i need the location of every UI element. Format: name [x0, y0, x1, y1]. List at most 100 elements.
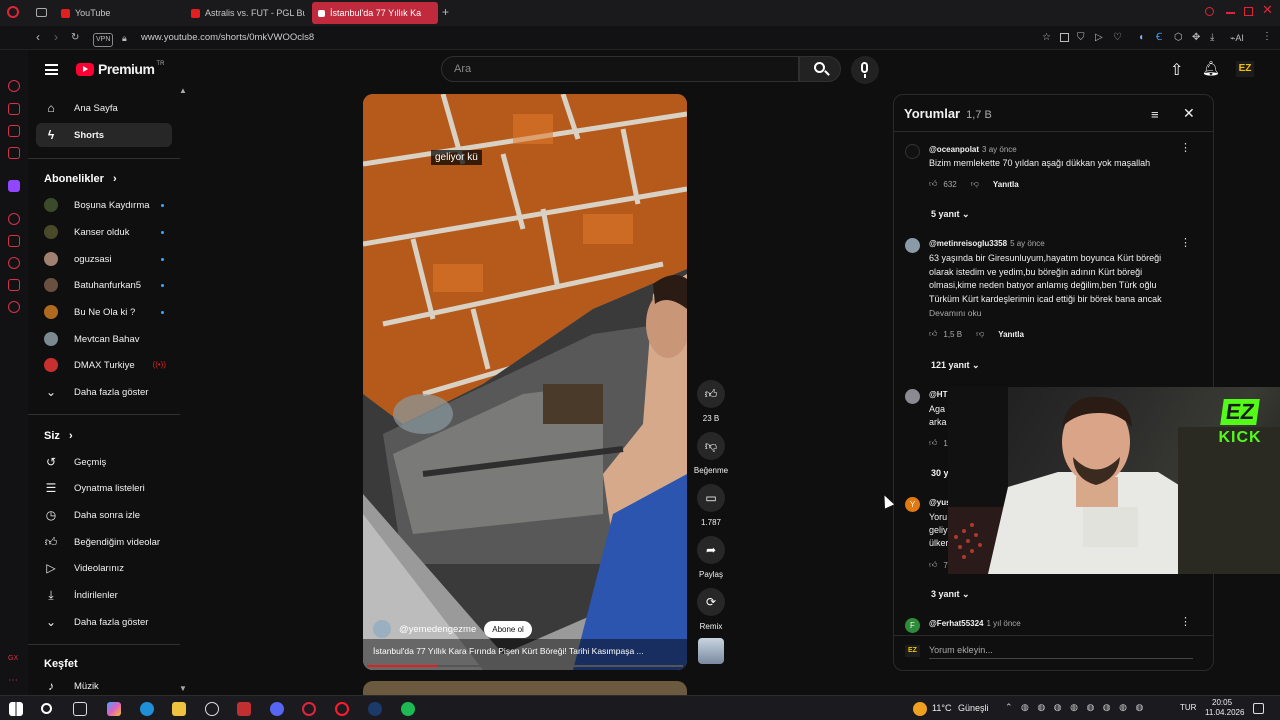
sidebar-sub-kanser[interactable]: Kanser olduk	[36, 220, 172, 244]
steam-icon[interactable]	[368, 702, 382, 716]
opera-gx-icon[interactable]	[302, 702, 316, 716]
short-channel-name[interactable]: @yemedengezme	[399, 624, 476, 635]
comment-menu-icon[interactable]: ⋮	[1180, 141, 1191, 154]
sidebar-scroll-down-icon[interactable]: ▼	[179, 684, 187, 693]
add-comment-input[interactable]: Yorum ekleyin...	[929, 645, 1193, 659]
rail-mail-icon[interactable]	[8, 147, 20, 159]
app-icon[interactable]	[205, 702, 219, 716]
search-icon[interactable]	[41, 703, 52, 714]
minimize-icon[interactable]	[1226, 12, 1235, 14]
thumbs-up-icon[interactable]: 👍︎	[929, 329, 937, 339]
ai-button[interactable]: ⌁AI	[1230, 33, 1244, 43]
reply-button[interactable]: Yanıtla	[998, 330, 1024, 339]
clock-time[interactable]: 20:05	[1212, 698, 1232, 707]
copilot-icon[interactable]	[107, 702, 121, 716]
thumbs-up-icon[interactable]: 👍︎	[929, 560, 937, 570]
notifications-icon[interactable]	[1253, 703, 1264, 714]
read-more-link[interactable]: Devamını oku	[929, 307, 1179, 321]
spotify-icon[interactable]	[401, 702, 415, 716]
search-tabs-icon[interactable]	[1205, 7, 1214, 16]
opera-logo-icon[interactable]	[7, 6, 19, 18]
sound-thumbnail[interactable]	[698, 638, 724, 664]
close-icon[interactable]: ✕	[1183, 105, 1195, 122]
sidebar-show-more[interactable]: ⌄ Daha fazla göster	[36, 380, 172, 404]
sidebar-item-shorts[interactable]: ϟ Shorts	[36, 123, 172, 147]
forward-icon[interactable]: ›	[54, 31, 58, 43]
create-icon[interactable]: ⇧	[1170, 60, 1183, 80]
sidebar-item-history[interactable]: ↺ Geçmiş	[36, 450, 172, 474]
thumbs-down-icon[interactable]: 👎︎	[971, 179, 979, 189]
weather-temp[interactable]: 11°C	[932, 703, 951, 713]
sort-icon[interactable]: ≡	[1151, 107, 1159, 122]
sidebar-item-home[interactable]: ⌂ Ana Sayfa	[36, 96, 172, 120]
rail-messenger-icon[interactable]	[8, 125, 20, 137]
rail-pin-icon[interactable]	[8, 235, 20, 247]
rail-gx-icon[interactable]: GX	[8, 655, 20, 667]
comment-author[interactable]: @metinreisoglu3358 5 ay önce	[929, 239, 1045, 248]
like-button[interactable]: 👍︎	[697, 380, 725, 408]
weather-desc[interactable]: Güneşli	[958, 703, 989, 713]
download-icon[interactable]: ⤓	[1210, 33, 1214, 43]
rail-ai-icon[interactable]	[8, 80, 20, 92]
avatar[interactable]: EZ	[1236, 61, 1254, 77]
thumbs-up-icon[interactable]: 👍︎	[929, 179, 937, 189]
tab-youtube[interactable]: YouTube	[55, 2, 175, 24]
sidebar-sub-batuhan[interactable]: Batuhanfurkan5	[36, 273, 172, 297]
new-tab-icon[interactable]: +	[442, 6, 449, 18]
hamburger-menu-icon[interactable]	[45, 64, 58, 75]
comment-avatar[interactable]	[905, 389, 920, 404]
task-view-icon[interactable]	[73, 702, 87, 716]
next-short-preview[interactable]	[363, 681, 687, 695]
sidebar-sub-oguzsasi[interactable]: oguzsasi	[36, 247, 172, 271]
reply-button[interactable]: Yanıtla	[993, 180, 1019, 189]
sidebar-sub-bosuna[interactable]: Boşuna Kaydırma	[36, 193, 172, 217]
rail-more-icon[interactable]: ⋯	[8, 675, 20, 687]
comments-button[interactable]: ▭	[697, 484, 725, 512]
comment-menu-icon[interactable]: ⋮	[1180, 236, 1191, 249]
puzzle-icon[interactable]: ✥	[1192, 33, 1200, 43]
edge-icon[interactable]	[140, 702, 154, 716]
notifications-bell-icon[interactable]: 🔔︎	[1202, 60, 1220, 77]
comment-author[interactable]: @HT	[929, 390, 947, 399]
vpn-badge[interactable]: VPN	[93, 33, 114, 47]
windows-start-icon[interactable]	[9, 702, 23, 716]
channel-avatar[interactable]	[373, 620, 391, 638]
back-icon[interactable]: ‹	[36, 31, 40, 43]
workspaces-icon[interactable]	[36, 8, 47, 17]
short-video-player[interactable]: geliyor kü @yemedengezme Abone ol İstanb…	[363, 94, 687, 670]
replies-toggle[interactable]: 30 y	[931, 468, 949, 478]
sidebar-show-more-2[interactable]: ⌄ Daha fazla göster	[36, 610, 172, 634]
thumbs-up-icon[interactable]: 👍︎	[929, 438, 937, 448]
rail-twitch-icon[interactable]	[8, 180, 20, 192]
url-field[interactable]: www.youtube.com/shorts/0mkVWOOcls8	[141, 33, 314, 43]
you-heading[interactable]: Siz ›	[44, 430, 73, 442]
progress-bar[interactable]	[367, 665, 683, 667]
comment-author[interactable]: @Ferhat55324 1 yıl önce	[929, 619, 1021, 628]
rail-history-icon[interactable]	[8, 257, 20, 269]
remix-button[interactable]: ⟳	[697, 588, 725, 616]
bookmark-icon[interactable]: ☆	[1042, 33, 1051, 43]
tab-astralis[interactable]: Astralis vs. FUT - PGL Buc	[185, 2, 305, 24]
short-title[interactable]: İstanbul'da 77 Yıllık Kara Fırında Pişen…	[373, 646, 677, 656]
sidebar-item-your-videos[interactable]: ▷ Videolarınız	[36, 556, 172, 580]
close-window-icon[interactable]: ✕	[1262, 3, 1273, 16]
menu-kebab-icon[interactable]: ⋮	[1262, 32, 1272, 42]
rail-music-icon[interactable]	[8, 213, 20, 225]
comment-author[interactable]: @oceanpolat 3 ay önce	[929, 145, 1017, 154]
app-icon[interactable]	[237, 702, 251, 716]
comment-avatar[interactable]	[905, 238, 920, 253]
reload-icon[interactable]: ↻	[71, 33, 79, 43]
rail-bag-icon[interactable]	[8, 103, 20, 115]
sidebar-sub-bunecola[interactable]: Bu Ne Ola ki ?	[36, 300, 172, 324]
rail-ext-icon[interactable]	[8, 279, 20, 291]
sidebar-item-playlists[interactable]: ☰ Oynatma listeleri	[36, 476, 172, 500]
replies-toggle[interactable]: 121 yanıt ⌄	[931, 360, 980, 371]
snapshot-icon[interactable]	[1060, 33, 1069, 42]
audio-icon[interactable]: ◖	[1138, 33, 1144, 43]
translate-icon[interactable]: Ꞓ	[1156, 33, 1162, 43]
play-icon[interactable]: ▷	[1095, 33, 1103, 43]
sidebar-item-downloads[interactable]: ⤓ İndirilenler	[36, 583, 172, 607]
maximize-icon[interactable]	[1244, 7, 1253, 16]
sidebar-sub-dmax[interactable]: DMAX Turkiye ((•))	[36, 353, 172, 377]
weather-icon[interactable]	[913, 702, 927, 716]
